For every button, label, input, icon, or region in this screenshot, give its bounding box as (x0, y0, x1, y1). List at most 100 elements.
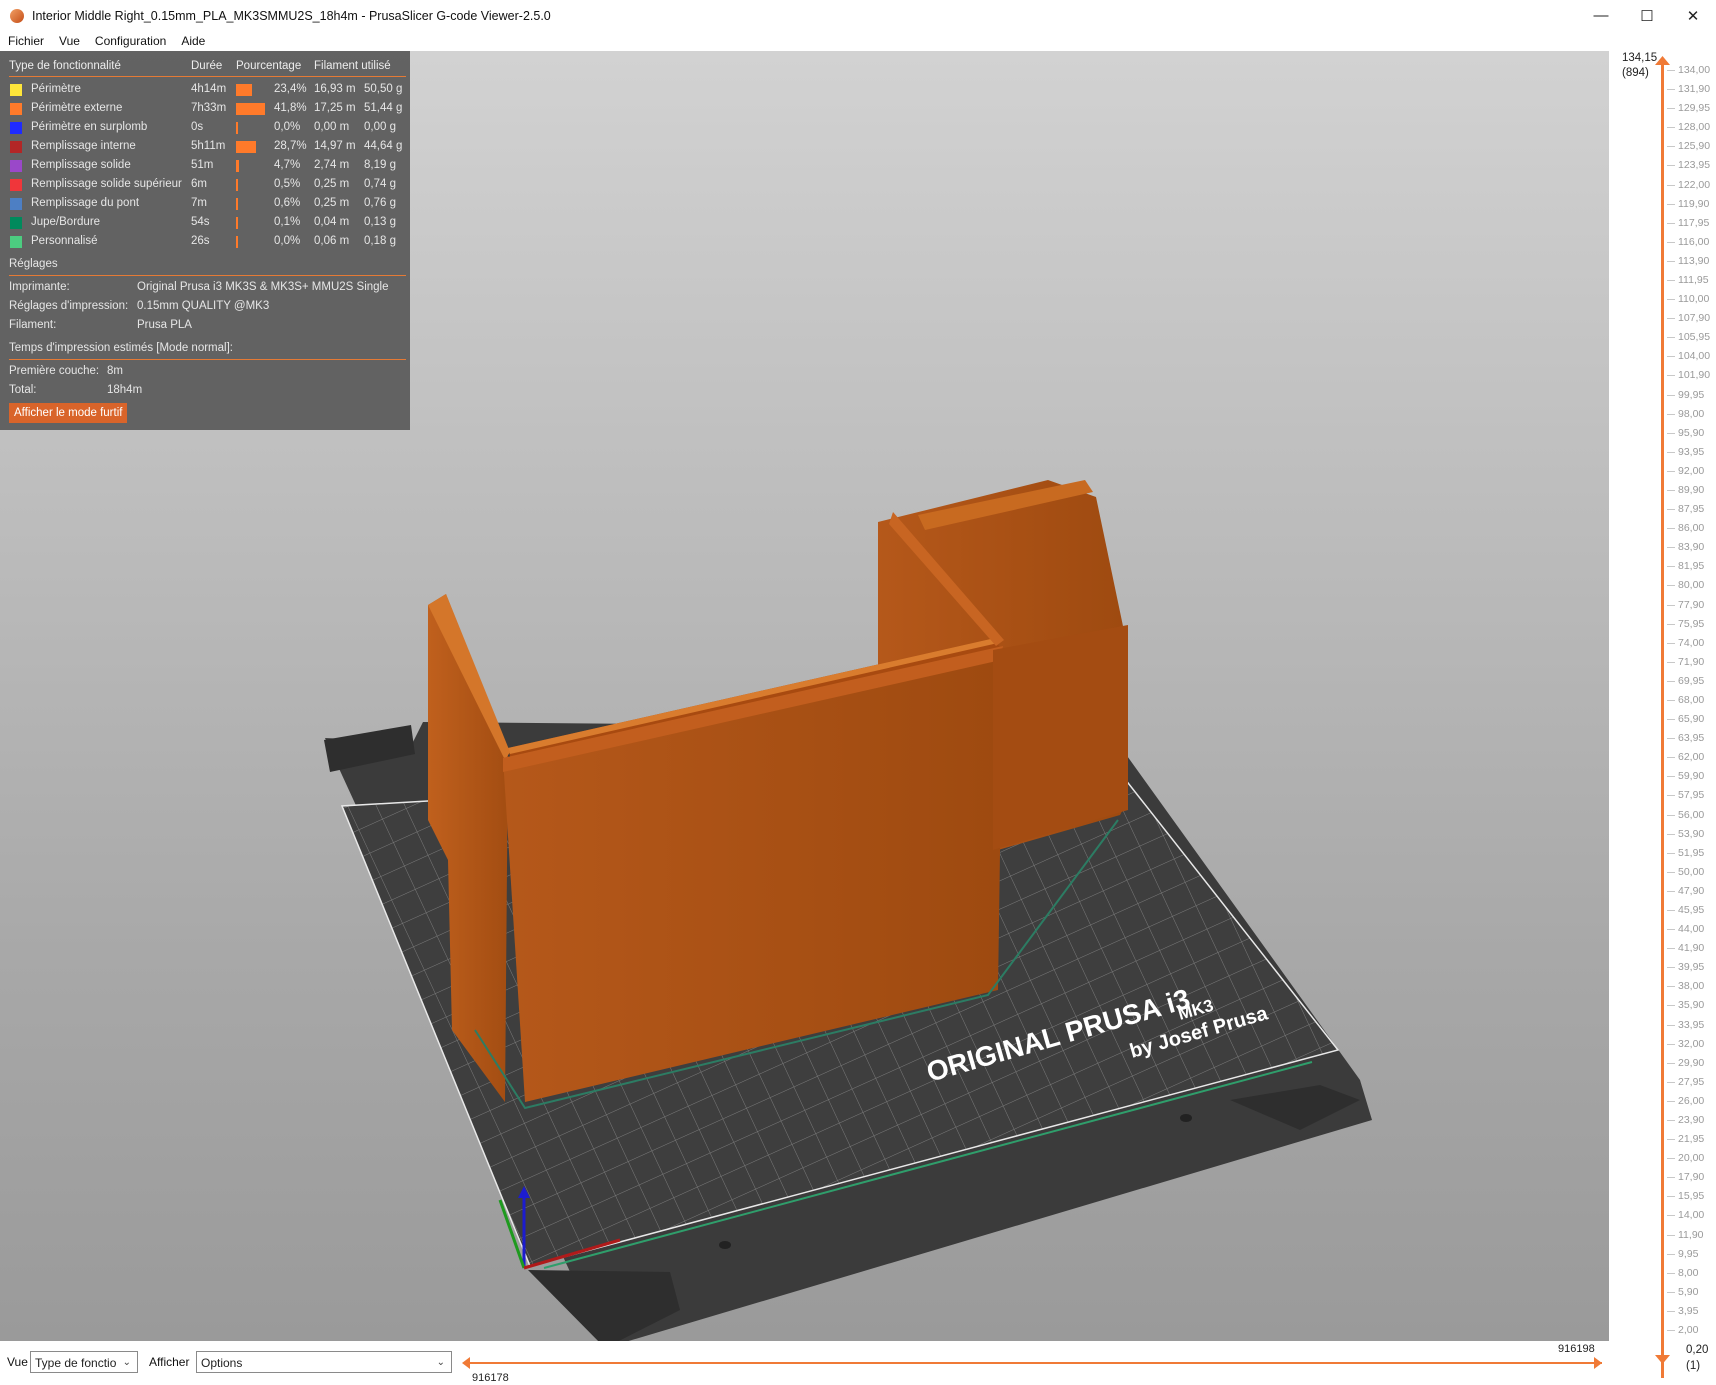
times-title: Temps d'impression estimés [Mode normal]… (9, 342, 233, 354)
layer-tick-label: 62,00 (1678, 751, 1705, 764)
maximize-button[interactable]: ☐ (1624, 0, 1670, 31)
layer-tick-label: 56,00 (1678, 808, 1705, 821)
feature-percentage: 0,6% (274, 197, 301, 209)
layer-tick-label: 77,90 (1678, 598, 1705, 611)
layer-tick-mark (1667, 184, 1675, 186)
settings-row-printer: Imprimante: Original Prusa i3 MK3S & MK3S… (9, 281, 389, 293)
feature-length: 0,06 m (314, 235, 350, 247)
layer-tick-mark (1667, 108, 1675, 110)
feature-name: Jupe/Bordure (31, 216, 101, 228)
layer-tick-mark (1667, 700, 1675, 701)
legend-row[interactable]: Périmètre 4h14m 23,4% 16,93 m 50,50 g (0, 80, 410, 99)
layer-tick-mark (1667, 375, 1675, 377)
legend-row[interactable]: Périmètre externe 7h33m 41,8% 17,25 m 51,44 … (0, 99, 410, 118)
legend-row[interactable]: Remplissage solide supérieur 6m 0,5% 0,25 m… (0, 175, 410, 194)
menu-vue[interactable]: Vue (51, 34, 87, 48)
layer-tick-label: 17,90 (1678, 1171, 1705, 1184)
layer-tick-mark (1667, 241, 1675, 243)
layer-tick-label: 11,90 (1678, 1228, 1704, 1241)
percentage-bar (236, 160, 239, 172)
show-label: Afficher (149, 1355, 190, 1369)
feature-duration: 54s (191, 216, 210, 228)
feature-percentage: 4,7% (274, 159, 301, 171)
layer-tick-label: 38,00 (1678, 980, 1705, 993)
minimize-button[interactable]: — (1578, 0, 1624, 31)
layer-tick-mark (1667, 509, 1675, 511)
move-slider-track[interactable] (466, 1362, 1602, 1364)
layer-tick-mark (1667, 89, 1675, 91)
layer-tick-mark (1667, 1234, 1675, 1236)
layer-tick-mark (1667, 967, 1675, 969)
layer-tick-label: 47,90 (1678, 884, 1705, 897)
layer-tick-mark (1667, 738, 1675, 740)
color-swatch (10, 141, 22, 153)
layer-tick-label: 89,90 (1678, 484, 1705, 496)
view-label: Vue (7, 1355, 28, 1369)
feature-duration: 51m (191, 159, 214, 171)
legend-row[interactable]: Remplissage interne 5h11m 28,7% 14,97 m 44,6… (0, 137, 410, 156)
layer-tick-label: 9,95 (1678, 1247, 1699, 1260)
move-slider-end-value: 916198 (1558, 1343, 1595, 1355)
percentage-bar (236, 84, 252, 96)
layer-tick-mark (1667, 852, 1675, 854)
color-swatch (10, 217, 22, 229)
menu-configuration[interactable]: Configuration (87, 34, 173, 48)
layer-tick-mark (1667, 719, 1675, 721)
layer-tick-mark (1667, 1330, 1675, 1331)
legend-row[interactable]: Jupe/Bordure 54s 0,1% 0,04 m 0,13 g (0, 213, 410, 232)
layer-tick-mark (1667, 776, 1675, 778)
legend-row[interactable]: Personnalisé 26s 0,0% 0,06 m 0,18 g (0, 232, 410, 251)
move-slider-start-value: 916178 (472, 1372, 509, 1384)
percentage-bar (236, 179, 238, 191)
layer-tick-label: 123,95 (1678, 159, 1711, 172)
layer-tick-mark (1667, 222, 1675, 224)
feature-duration: 0s (191, 121, 204, 133)
move-slider-right-thumb[interactable] (1594, 1357, 1602, 1369)
feature-name: Périmètre (31, 83, 81, 95)
color-swatch (10, 198, 22, 210)
chevron-down-icon: ⌄ (436, 1357, 445, 1368)
layer-tick-mark (1667, 470, 1675, 472)
layer-tick-label: 119,90 (1678, 197, 1710, 210)
feature-duration: 7h33m (191, 102, 227, 114)
color-swatch (10, 103, 22, 115)
feature-percentage: 41,8% (274, 102, 307, 114)
legend-row[interactable]: Remplissage solide 51m 4,7% 2,74 m 8,19 g (0, 156, 410, 175)
show-stealth-mode-button[interactable]: Afficher le mode furtif (9, 403, 128, 423)
layer-tick-label: 44,00 (1678, 923, 1705, 936)
layer-slider-track[interactable] (1661, 63, 1664, 1378)
color-swatch (10, 236, 22, 248)
legend-row[interactable]: Périmètre en surplomb 0s 0,0% 0,00 m 0,00 g (0, 118, 410, 137)
header-filament: Filament utilisé (314, 60, 391, 72)
layer-tick-mark (1667, 833, 1675, 835)
menu-fichier[interactable]: Fichier (0, 34, 51, 48)
layer-tick-label: 20,00 (1678, 1152, 1705, 1165)
feature-weight: 44,64 g (364, 140, 403, 152)
layer-slider-lower-thumb[interactable] (1655, 1355, 1670, 1365)
layer-tick-mark (1667, 642, 1675, 644)
chevron-down-icon: ⌄ (122, 1357, 131, 1368)
layer-tick-label: 92,00 (1678, 464, 1705, 477)
close-button[interactable]: ✕ (1670, 0, 1716, 31)
feature-percentage: 0,0% (274, 121, 301, 133)
layer-tick-mark (1667, 661, 1675, 663)
layer-tick-label: 14,00 (1678, 1209, 1705, 1222)
show-options-select[interactable]: Options ⌄ (196, 1351, 452, 1373)
legend-row[interactable]: Remplissage du pont 7m 0,6% 0,25 m 0,76 g (0, 194, 410, 213)
feature-weight: 0,74 g (364, 178, 396, 190)
layer-tick-label: 111,95 (1678, 274, 1709, 286)
layer-tick-mark (1667, 413, 1675, 415)
menu-aide[interactable]: Aide (173, 34, 212, 48)
layer-tick-label: 26,00 (1678, 1094, 1705, 1107)
layer-tick-mark (1667, 165, 1675, 167)
layer-tick-label: 128,00 (1678, 121, 1711, 134)
legend-header: Type de fonctionnalité Durée Pourcentage… (0, 57, 410, 76)
header-percentage: Pourcentage (236, 60, 302, 72)
title-bar: Interior Middle Right_0.15mm_PLA_MK3SMMU… (0, 0, 1716, 32)
view-type-select[interactable]: Type de fonctio ⌄ (30, 1351, 138, 1373)
layer-tick-mark (1667, 203, 1675, 205)
feature-name: Périmètre en surplomb (31, 121, 148, 133)
layer-tick-label: 59,90 (1678, 770, 1705, 783)
color-swatch (10, 160, 22, 172)
layer-slider-upper-thumb[interactable] (1655, 56, 1670, 66)
